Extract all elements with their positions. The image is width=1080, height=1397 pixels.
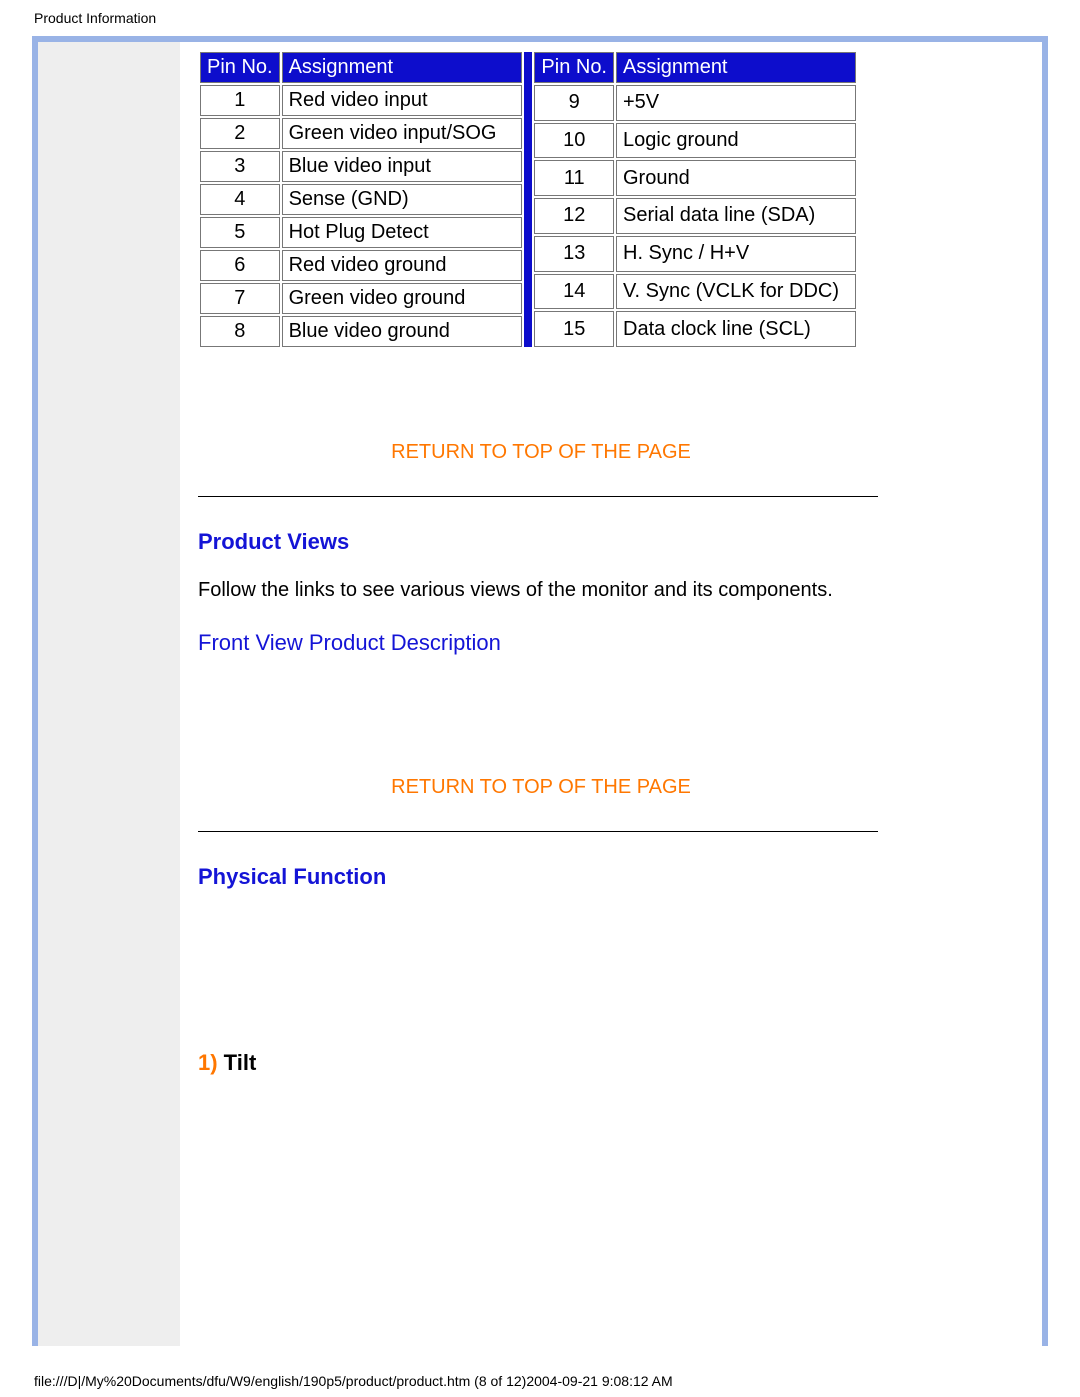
table-row: 6Red video ground: [200, 250, 522, 281]
pin-assignment-table: Pin No. Assignment 1Red video input 2Gre…: [198, 50, 858, 349]
table-row: 3Blue video input: [200, 151, 522, 182]
tilt-heading: 1) Tilt: [198, 1050, 884, 1076]
table-row: 13H. Sync / H+V: [534, 236, 856, 272]
pin-header: Pin No.: [534, 52, 614, 83]
pin-table-right: Pin No. Assignment 9+5V 10Logic ground 1…: [532, 50, 858, 349]
table-row: 10Logic ground: [534, 123, 856, 159]
table-row: 2Green video input/SOG: [200, 118, 522, 149]
table-row: 11Ground: [534, 160, 856, 196]
divider: [198, 831, 878, 832]
main-content: Pin No. Assignment 1Red video input 2Gre…: [180, 42, 1036, 1076]
physical-function-heading: Physical Function: [198, 864, 884, 890]
pin-table-divider: [524, 52, 533, 347]
front-view-link[interactable]: Front View Product Description: [198, 630, 884, 656]
pin-header: Pin No.: [200, 52, 280, 83]
table-row: 1Red video input: [200, 85, 522, 116]
return-to-top-link[interactable]: RETURN TO TOP OF THE PAGE: [211, 776, 871, 799]
pin-table-left: Pin No. Assignment 1Red video input 2Gre…: [198, 50, 524, 349]
table-row: 15Data clock line (SCL): [534, 311, 856, 347]
product-views-body: Follow the links to see various views of…: [198, 579, 884, 602]
product-views-heading: Product Views: [198, 529, 884, 555]
return-to-top-link[interactable]: RETURN TO TOP OF THE PAGE: [211, 441, 871, 464]
page-footer-path: file:///D|/My%20Documents/dfu/W9/english…: [34, 1373, 673, 1389]
table-row: 7Green video ground: [200, 283, 522, 314]
tilt-label: Tilt: [218, 1050, 257, 1075]
divider: [198, 496, 878, 497]
assign-header: Assignment: [282, 52, 522, 83]
table-row: 9+5V: [534, 85, 856, 121]
document-frame: Pin No. Assignment 1Red video input 2Gre…: [32, 36, 1048, 1346]
page-header: Product Information: [0, 0, 1080, 28]
left-sidebar: [38, 42, 180, 1346]
tilt-number: 1): [198, 1050, 218, 1075]
table-row: 8Blue video ground: [200, 316, 522, 347]
assign-header: Assignment: [616, 52, 856, 83]
table-row: 4Sense (GND): [200, 184, 522, 215]
table-row: 5Hot Plug Detect: [200, 217, 522, 248]
table-row: 14V. Sync (VCLK for DDC): [534, 274, 856, 310]
table-row: 12Serial data line (SDA): [534, 198, 856, 234]
